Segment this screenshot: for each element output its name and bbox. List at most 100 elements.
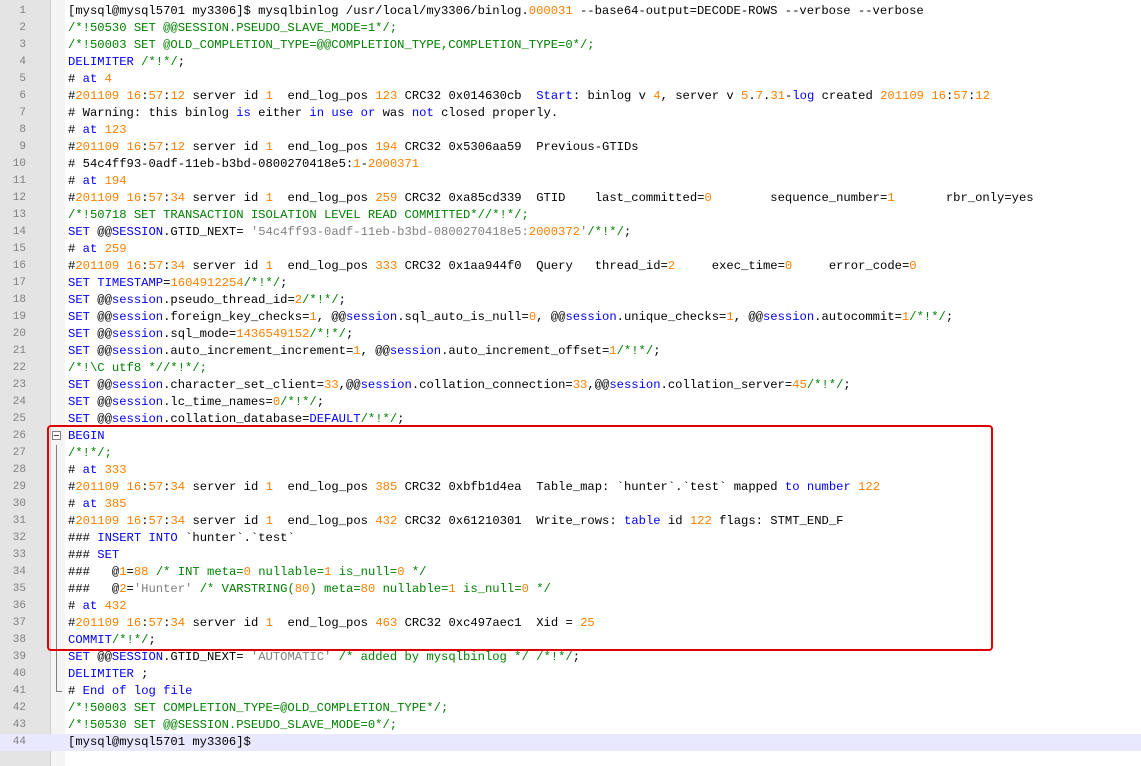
code-line[interactable]: 35 ### @2='Hunter' /* VARSTRING(80) meta=… (0, 581, 1141, 598)
line-number: 42 (12, 702, 26, 714)
code-text[interactable]: SET @@session.auto_increment_increment=1… (68, 343, 661, 360)
code-line[interactable]: 14 SET @@SESSION.GTID_NEXT= '54c4ff93-0ad… (0, 224, 1141, 241)
code-text[interactable]: SET @@SESSION.GTID_NEXT= 'AUTOMATIC' /* … (68, 649, 580, 666)
code-line[interactable]: 12 #201109 16:57:34 server id 1 end_log_p… (0, 190, 1141, 207)
code-text[interactable]: # at 385 (68, 496, 127, 513)
line-number: 26 (12, 430, 26, 442)
code-line[interactable]: 31 #201109 16:57:34 server id 1 end_log_p… (0, 513, 1141, 530)
code-line[interactable]: 21 SET @@session.auto_increment_increment… (0, 343, 1141, 360)
code-line[interactable]: 39 SET @@SESSION.GTID_NEXT= 'AUTOMATIC' /… (0, 649, 1141, 666)
code-text[interactable]: SET @@SESSION.GTID_NEXT= '54c4ff93-0adf-… (68, 224, 631, 241)
code-line[interactable]: 38 COMMIT/*!*/; (0, 632, 1141, 649)
code-line[interactable]: 1 [mysql@mysql5701 my3306]$ mysqlbinlog /… (0, 3, 1141, 20)
fold-line-icon (56, 547, 57, 564)
code-text[interactable]: SET TIMESTAMP=1604912254/*!*/; (68, 275, 287, 292)
code-line[interactable]: 18 SET @@session.pseudo_thread_id=2/*!*/; (0, 292, 1141, 309)
code-line[interactable]: 28 # at 333 (0, 462, 1141, 479)
code-line[interactable]: 40 DELIMITER ; (0, 666, 1141, 683)
code-line[interactable]: 4 DELIMITER /*!*/; (0, 54, 1141, 71)
code-line[interactable]: 41 # End of log file (0, 683, 1141, 700)
code-text[interactable]: /*!50530 SET @@SESSION.PSEUDO_SLAVE_MODE… (68, 717, 397, 734)
code-text[interactable]: # at 259 (68, 241, 127, 258)
code-text[interactable]: DELIMITER ; (68, 666, 148, 683)
code-text[interactable]: #201109 16:57:12 server id 1 end_log_pos… (68, 88, 990, 105)
code-line[interactable]: 29 #201109 16:57:34 server id 1 end_log_p… (0, 479, 1141, 496)
code-text[interactable]: #201109 16:57:34 server id 1 end_log_pos… (68, 513, 843, 530)
code-line[interactable]: 17 SET TIMESTAMP=1604912254/*!*/; (0, 275, 1141, 292)
code-text[interactable]: ### @1=88 /* INT meta=0 nullable=1 is_nu… (68, 564, 427, 581)
code-text[interactable]: /*!50003 SET COMPLETION_TYPE=@OLD_COMPLE… (68, 700, 448, 717)
code-text[interactable]: SET @@session.pseudo_thread_id=2/*!*/; (68, 292, 346, 309)
code-line[interactable]: 7 # Warning: this binlog is either in use… (0, 105, 1141, 122)
code-text[interactable]: /*!*/; (68, 445, 112, 462)
code-line[interactable]: 42 /*!50003 SET COMPLETION_TYPE=@OLD_COMP… (0, 700, 1141, 717)
code-text[interactable]: SET @@session.collation_database=DEFAULT… (68, 411, 405, 428)
code-text[interactable]: COMMIT/*!*/; (68, 632, 156, 649)
code-text[interactable]: #201109 16:57:34 server id 1 end_log_pos… (68, 615, 595, 632)
code-line[interactable]: 16 #201109 16:57:34 server id 1 end_log_p… (0, 258, 1141, 275)
code-text[interactable]: /*!50003 SET @OLD_COMPLETION_TYPE=@@COMP… (68, 37, 595, 54)
fold-toggle-icon[interactable] (52, 431, 61, 440)
code-text[interactable]: #201109 16:57:34 server id 1 end_log_pos… (68, 479, 880, 496)
code-line[interactable]: 37 #201109 16:57:34 server id 1 end_log_p… (0, 615, 1141, 632)
code-line[interactable]: 33 ### SET (0, 547, 1141, 564)
code-text[interactable]: DELIMITER /*!*/; (68, 54, 185, 71)
code-text[interactable]: # at 194 (68, 173, 127, 190)
code-text[interactable]: # at 333 (68, 462, 127, 479)
code-text[interactable]: SET @@session.character_set_client=33,@@… (68, 377, 851, 394)
code-text[interactable]: /*!\C utf8 *//*!*/; (68, 360, 207, 377)
code-line[interactable]: 11 # at 194 (0, 173, 1141, 190)
line-number: 43 (12, 719, 26, 731)
code-text[interactable]: SET @@session.sql_mode=1436549152/*!*/; (68, 326, 353, 343)
code-text[interactable]: #201109 16:57:34 server id 1 end_log_pos… (68, 258, 917, 275)
code-line[interactable]: 26 BEGIN (0, 428, 1141, 445)
line-number: 29 (12, 481, 26, 493)
code-line[interactable]: 15 # at 259 (0, 241, 1141, 258)
code-text[interactable]: #201109 16:57:34 server id 1 end_log_pos… (68, 190, 1034, 207)
code-text[interactable]: # Warning: this binlog is either in use … (68, 105, 558, 122)
code-text[interactable]: SET @@session.foreign_key_checks=1, @@se… (68, 309, 953, 326)
code-line[interactable]: 20 SET @@session.sql_mode=1436549152/*!*/… (0, 326, 1141, 343)
text-editor[interactable]: 1 [mysql@mysql5701 my3306]$ mysqlbinlog /… (0, 0, 1141, 766)
code-text[interactable]: # End of log file (68, 683, 192, 700)
code-text[interactable]: ### @2='Hunter' /* VARSTRING(80) meta=80… (68, 581, 551, 598)
code-line[interactable]: 5 # at 4 (0, 71, 1141, 88)
code-text[interactable]: ### SET (68, 547, 119, 564)
code-line[interactable]: 9 #201109 16:57:12 server id 1 end_log_po… (0, 139, 1141, 156)
line-number: 4 (19, 56, 26, 68)
fold-end-icon (56, 683, 62, 692)
code-line[interactable]: 22 /*!\C utf8 *//*!*/; (0, 360, 1141, 377)
code-line[interactable]: 24 SET @@session.lc_time_names=0/*!*/; (0, 394, 1141, 411)
code-text[interactable]: [mysql@mysql5701 my3306]$ mysqlbinlog /u… (68, 3, 924, 20)
code-line[interactable]: 27 /*!*/; (0, 445, 1141, 462)
code-text[interactable]: [mysql@mysql5701 my3306]$ (68, 734, 251, 751)
code-line[interactable]: 19 SET @@session.foreign_key_checks=1, @@… (0, 309, 1141, 326)
code-line[interactable]: 23 SET @@session.character_set_client=33,… (0, 377, 1141, 394)
code-line[interactable]: 10 # 54c4ff93-0adf-11eb-b3bd-0800270418e5… (0, 156, 1141, 173)
code-line[interactable]: 32 ### INSERT INTO `hunter`.`test` (0, 530, 1141, 547)
code-text[interactable]: # 54c4ff93-0adf-11eb-b3bd-0800270418e5:1… (68, 156, 419, 173)
line-number: 16 (12, 260, 26, 272)
code-line[interactable]: 30 # at 385 (0, 496, 1141, 513)
code-text[interactable]: BEGIN (68, 428, 105, 445)
code-line[interactable]: 6 #201109 16:57:12 server id 1 end_log_po… (0, 88, 1141, 105)
code-line[interactable]: 3 /*!50003 SET @OLD_COMPLETION_TYPE=@@COM… (0, 37, 1141, 54)
code-text[interactable]: SET @@session.lc_time_names=0/*!*/; (68, 394, 324, 411)
code-text[interactable]: # at 123 (68, 122, 127, 139)
code-line[interactable]: 36 # at 432 (0, 598, 1141, 615)
code-line-current[interactable]: 44 [mysql@mysql5701 my3306]$ (0, 734, 1141, 751)
line-number: 3 (19, 39, 26, 51)
code-text[interactable]: /*!50718 SET TRANSACTION ISOLATION LEVEL… (68, 207, 529, 224)
code-line[interactable]: 43 /*!50530 SET @@SESSION.PSEUDO_SLAVE_MO… (0, 717, 1141, 734)
code-text[interactable]: # at 432 (68, 598, 127, 615)
code-line[interactable]: 2 /*!50530 SET @@SESSION.PSEUDO_SLAVE_MOD… (0, 20, 1141, 37)
code-line[interactable]: 8 # at 123 (0, 122, 1141, 139)
code-line[interactable]: 13 /*!50718 SET TRANSACTION ISOLATION LEV… (0, 207, 1141, 224)
code-text[interactable]: # at 4 (68, 71, 112, 88)
code-text[interactable]: ### INSERT INTO `hunter`.`test` (68, 530, 295, 547)
line-number: 9 (19, 141, 26, 153)
code-text[interactable]: #201109 16:57:12 server id 1 end_log_pos… (68, 139, 639, 156)
code-text[interactable]: /*!50530 SET @@SESSION.PSEUDO_SLAVE_MODE… (68, 20, 397, 37)
code-line[interactable]: 25 SET @@session.collation_database=DEFAU… (0, 411, 1141, 428)
code-line[interactable]: 34 ### @1=88 /* INT meta=0 nullable=1 is_… (0, 564, 1141, 581)
